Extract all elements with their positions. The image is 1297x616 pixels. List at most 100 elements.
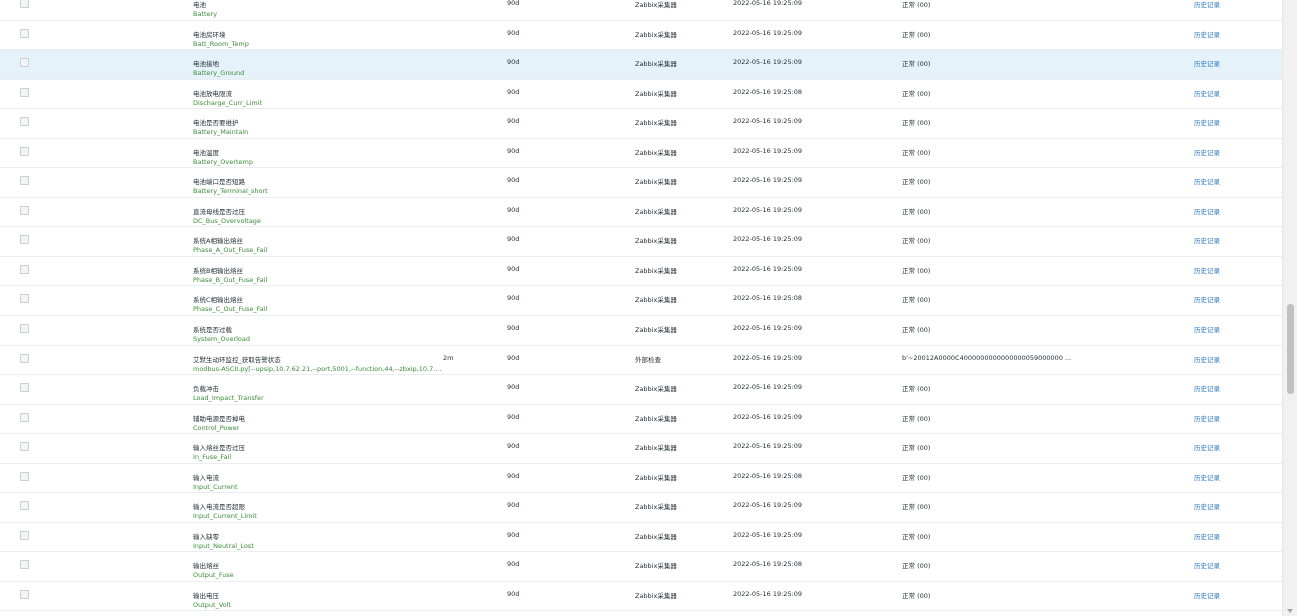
history-link[interactable]: 历史记录 <box>1194 176 1220 186</box>
history-link[interactable]: 历史记录 <box>1194 88 1220 98</box>
history-link[interactable]: 历史记录 <box>1194 0 1220 9</box>
item-key-link[interactable]: Battery_Maintain <box>193 128 248 136</box>
item-type: Zabbix采集器 <box>635 444 677 453</box>
table-row: 输入熔丝是否过压 In_Fuse_Fail 90d Zabbix采集器 2022-05-… <box>0 434 1282 464</box>
row-checkbox[interactable] <box>20 0 29 8</box>
item-key-link[interactable]: Discharge_Curr_Limit <box>193 99 262 107</box>
item-type: Zabbix采集器 <box>635 207 677 216</box>
row-checkbox[interactable] <box>20 205 29 215</box>
row-checkbox[interactable] <box>20 530 29 540</box>
history-link[interactable]: 历史记录 <box>1194 324 1220 334</box>
row-checkbox[interactable] <box>20 176 29 186</box>
item-key-link[interactable]: Batt_Room_Temp <box>193 40 249 48</box>
history-period: 90d <box>507 383 520 392</box>
table-row: 辅助电源是否掉电 Control_Power 90d Zabbix采集器 2022-05… <box>0 405 1282 435</box>
row-checkbox[interactable] <box>20 353 29 363</box>
row-checkbox[interactable] <box>20 589 29 599</box>
item-type: Zabbix采集器 <box>635 562 677 571</box>
history-link[interactable]: 历史记录 <box>1194 294 1220 304</box>
history-link[interactable]: 历史记录 <box>1194 472 1220 482</box>
item-name: 输入缺零 <box>193 532 219 541</box>
history-period: 90d <box>507 442 520 451</box>
item-name: 输出熔丝 <box>193 562 219 571</box>
item-key-link[interactable]: Battery <box>193 10 217 18</box>
row-checkbox[interactable] <box>20 58 29 68</box>
last-check-time: 2022-05-16 19:25:09 <box>733 235 803 244</box>
item-key-link[interactable]: modbus-ASCII.py[--upsip,10.7.62.21,--por… <box>193 365 441 373</box>
last-check-time: 2022-05-16 19:25:09 <box>733 146 803 155</box>
last-check-time: 2022-05-16 19:25:09 <box>733 383 803 392</box>
row-checkbox[interactable] <box>20 235 29 245</box>
item-key-link[interactable]: System_Overload <box>193 335 250 343</box>
history-period: 90d <box>507 560 520 569</box>
item-key-link[interactable]: Output_Volt <box>193 601 231 609</box>
item-key-link[interactable]: In_Fuse_Fail <box>193 453 231 461</box>
item-key-link[interactable]: Output_Fuse <box>193 571 234 579</box>
history-link[interactable]: 历史记录 <box>1194 383 1220 393</box>
history-link[interactable]: 历史记录 <box>1194 531 1220 541</box>
row-checkbox[interactable] <box>20 87 29 97</box>
history-link[interactable]: 历史记录 <box>1194 354 1220 364</box>
item-type: Zabbix采集器 <box>635 591 677 600</box>
row-checkbox[interactable] <box>20 560 29 570</box>
last-check-time: 2022-05-16 19:25:09 <box>733 205 803 214</box>
last-check-time: 2022-05-16 19:25:09 <box>733 0 803 7</box>
history-link[interactable]: 历史记录 <box>1194 29 1220 39</box>
history-link[interactable]: 历史记录 <box>1194 235 1220 245</box>
item-name: 直流母线是否过压 <box>193 207 245 216</box>
item-key-link[interactable]: Input_Neutral_Lost <box>193 542 254 550</box>
item-key-link[interactable]: Control_Power <box>193 424 239 432</box>
history-link[interactable]: 历史记录 <box>1194 590 1220 600</box>
history-period: 90d <box>507 324 520 333</box>
row-checkbox[interactable] <box>20 264 29 274</box>
row-checkbox[interactable] <box>20 146 29 156</box>
row-checkbox[interactable] <box>20 471 29 481</box>
row-checkbox[interactable] <box>20 28 29 38</box>
last-value: 正常 (00) <box>902 119 931 128</box>
item-key-link[interactable]: Battery_Overtemp <box>193 158 253 166</box>
item-key-link[interactable]: Battery_Terminal_short <box>193 187 268 195</box>
history-link[interactable]: 历史记录 <box>1194 58 1220 68</box>
history-link[interactable]: 历史记录 <box>1194 413 1220 423</box>
item-key-link[interactable]: Input_Current_Limit <box>193 512 257 520</box>
history-link[interactable]: 历史记录 <box>1194 265 1220 275</box>
last-value: 正常 (00) <box>902 30 931 39</box>
item-key-link[interactable]: Input_Current <box>193 483 238 491</box>
last-value: 正常 (00) <box>902 1 931 9</box>
history-link[interactable]: 历史记录 <box>1194 147 1220 157</box>
table-row: 输入缺零 Input_Neutral_Lost 90d Zabbix采集器 2022-0… <box>0 523 1282 553</box>
row-checkbox[interactable] <box>20 383 29 393</box>
history-period: 90d <box>507 235 520 244</box>
last-value: 正常 (00) <box>902 473 931 482</box>
scrollbar-thumb[interactable] <box>1287 304 1294 394</box>
vertical-scrollbar[interactable] <box>1282 0 1297 616</box>
item-type: Zabbix采集器 <box>635 414 677 423</box>
last-value: 正常 (00) <box>902 296 931 305</box>
row-checkbox[interactable] <box>20 324 29 334</box>
item-name: 辅助电源是否掉电 <box>193 414 245 423</box>
history-link[interactable]: 历史记录 <box>1194 206 1220 216</box>
row-checkbox[interactable] <box>20 442 29 452</box>
scroll-down-arrow-icon[interactable] <box>1287 609 1293 613</box>
history-link[interactable]: 历史记录 <box>1194 560 1220 570</box>
item-key-link[interactable]: Phase_B_Out_Fuse_Fail <box>193 276 267 284</box>
history-period: 90d <box>507 87 520 96</box>
row-checkbox[interactable] <box>20 412 29 422</box>
history-link[interactable]: 历史记录 <box>1194 501 1220 511</box>
item-type: Zabbix采集器 <box>635 473 677 482</box>
item-key-link[interactable]: Load_Impact_Transfer <box>193 394 264 402</box>
item-name: 输入电流 <box>193 473 219 482</box>
table-row: 电池端口是否短路 Battery_Terminal_short 90d Zabbix采… <box>0 168 1282 198</box>
item-key-link[interactable]: Battery_Ground <box>193 69 244 77</box>
item-key-link[interactable]: Phase_C_Out_Fuse_Fail <box>193 305 267 313</box>
row-checkbox[interactable] <box>20 294 29 304</box>
row-checkbox[interactable] <box>20 501 29 511</box>
last-check-time: 2022-05-16 19:25:08 <box>733 87 803 96</box>
item-name: 电池温度 <box>193 148 219 157</box>
table-row: 直流母线是否过压 DC_Bus_Overvoltage 90d Zabbix采集器 20… <box>0 198 1282 228</box>
history-link[interactable]: 历史记录 <box>1194 117 1220 127</box>
row-checkbox[interactable] <box>20 117 29 127</box>
item-key-link[interactable]: DC_Bus_Overvoltage <box>193 217 261 225</box>
history-link[interactable]: 历史记录 <box>1194 442 1220 452</box>
item-key-link[interactable]: Phase_A_Out_Fuse_Fail <box>193 246 267 254</box>
